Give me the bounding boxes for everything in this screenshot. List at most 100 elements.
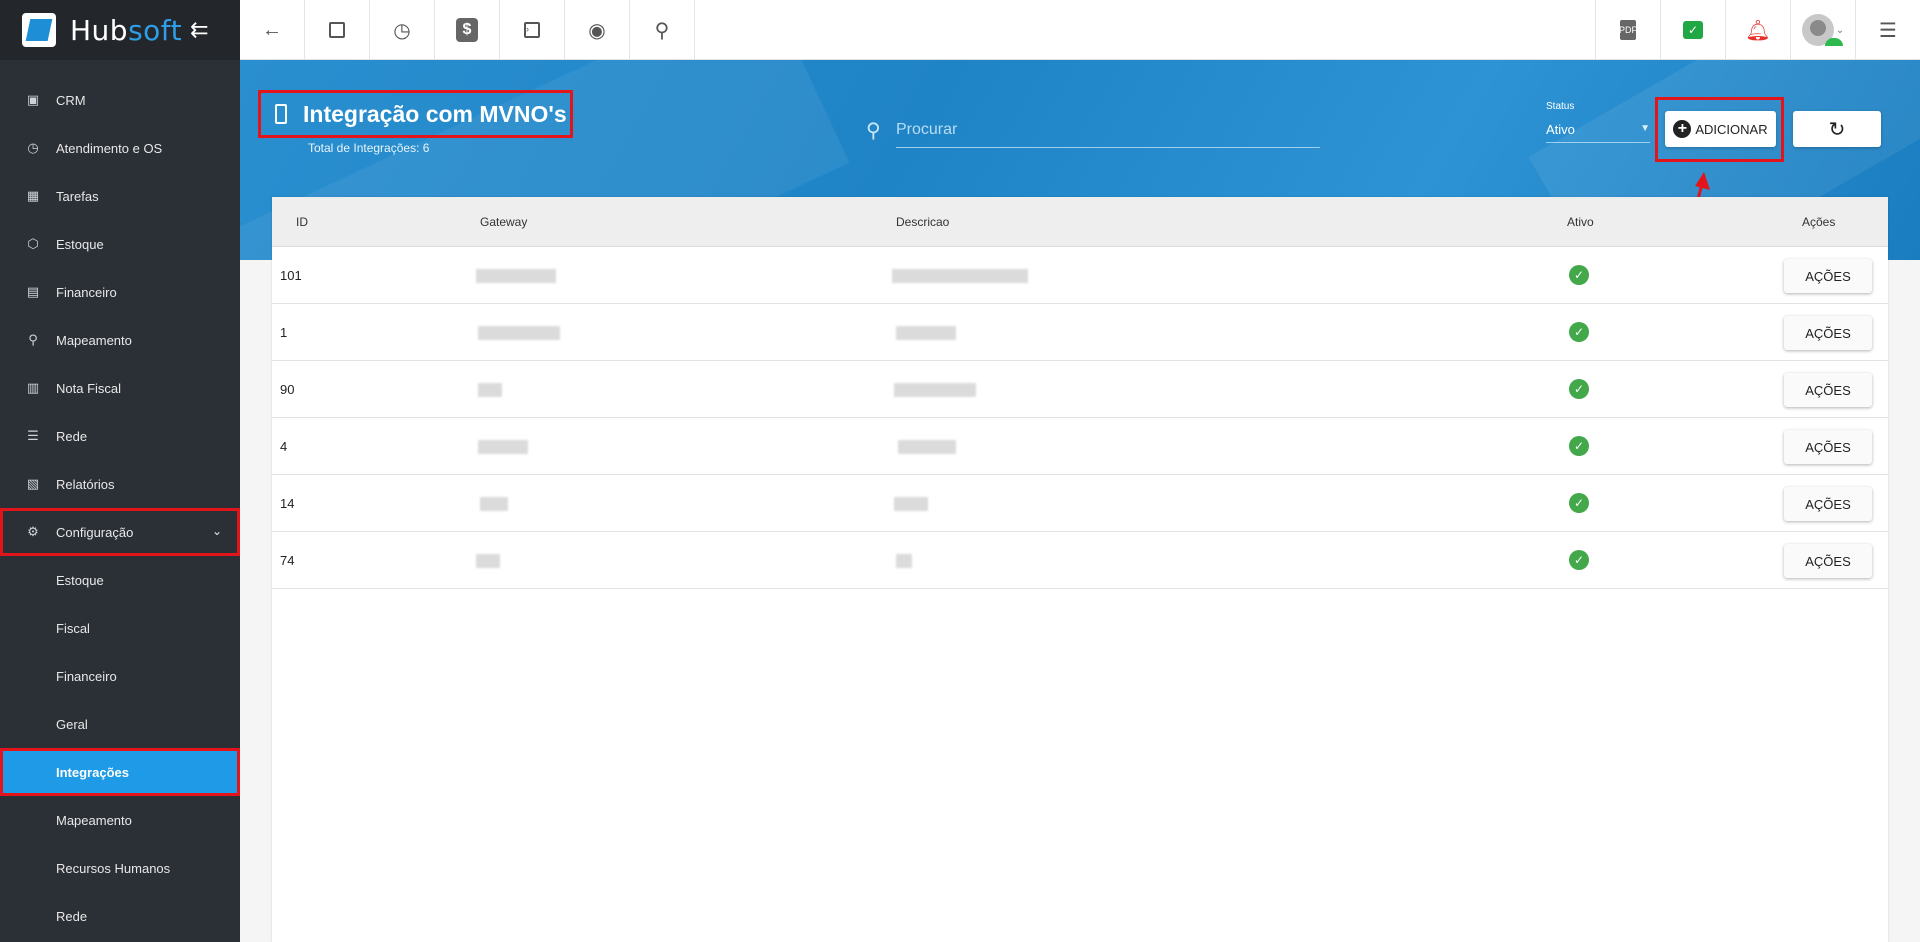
eye-icon[interactable]: ◉ [565,0,630,60]
actions-button[interactable]: AÇÕES [1784,430,1872,464]
row-id: 4 [280,439,288,454]
sidebar-item-crm[interactable]: ▣ CRM [0,76,240,124]
caret-down-icon: ▼ [1640,123,1650,134]
sidebar-item-tarefas[interactable]: ▦ Tarefas [0,172,240,220]
server-icon: ☰ [27,428,39,443]
row-id: 14 [280,496,295,511]
refresh-button[interactable]: ↻ [1793,111,1881,147]
subitem-label: Fiscal [56,620,90,636]
descricao-redacted [896,554,912,568]
table-row[interactable]: 4 ✓ AÇÕES [272,418,1888,475]
user-avatar-icon[interactable]: ⌄ [1790,0,1855,60]
subitem-label: Rede [56,908,88,924]
table-row[interactable]: 90 ✓ AÇÕES [272,361,1888,418]
sidebar-item-label: Financeiro [56,284,117,300]
column-acoes: Ações [1802,215,1836,229]
table-row[interactable]: 1 ✓ AÇÕES [272,304,1888,361]
row-id: 1 [280,325,288,340]
topbar: ← ◷ $ › ◉ ⚲ PDF ✓ 🔔︎ ⌄ ☰ [240,0,1920,60]
gateway-redacted [478,440,528,454]
active-check-icon: ✓ [1569,436,1589,456]
column-id[interactable]: ID [296,215,308,229]
box-icon: ⬡ [27,236,39,251]
sidebar-item-relatorios[interactable]: ▧ Relatórios [0,460,240,508]
status-select[interactable]: Ativo ▼ [1546,117,1650,143]
crm-icon: ▣ [26,92,40,107]
active-check-icon: ✓ [1569,379,1589,399]
add-button[interactable]: + ADICIONAR [1665,111,1776,147]
table-row[interactable]: 74 ✓ AÇÕES [272,532,1888,589]
calendar-clock-icon[interactable]: ◷ [370,0,435,60]
row-id: 74 [280,553,295,568]
subitem-label: Estoque [56,572,104,588]
search-icon: ⚲ [866,120,881,142]
subitem-mapeamento[interactable]: Mapeamento [0,796,240,844]
descricao-redacted [892,269,1028,283]
sidebar: Hubsoft ⇇ ▣ CRM ◷ Atendimento e OS ▦ Tarefa… [0,0,240,942]
menu-list-icon[interactable]: ☰ [1855,0,1920,60]
calendar-clock-icon: ◷ [27,140,39,155]
sidebar-item-label: Relatórios [56,476,115,492]
sidebar-item-configuracao[interactable]: ⚙ Configuração ⌄ [0,508,240,556]
subitem-integracoes[interactable]: Integrações [0,748,240,796]
table-row[interactable]: 101 ✓ AÇÕES [272,247,1888,304]
gateway-redacted [476,554,500,568]
descricao-redacted [898,440,956,454]
row-id: 101 [280,268,302,283]
hubsoft-logo-icon[interactable] [22,13,56,47]
status-label: Status [1546,101,1575,112]
collapse-sidebar-icon[interactable]: ⇇ [190,17,208,43]
add-button-label: ADICIONAR [1695,121,1768,137]
column-gateway[interactable]: Gateway [480,215,527,229]
descricao-redacted [894,497,928,511]
subitem-recursos-humanos[interactable]: Recursos Humanos [0,844,240,892]
sidebar-item-estoque[interactable]: ⬡ Estoque [0,220,240,268]
sidebar-item-label: Estoque [56,236,104,252]
column-descricao[interactable]: Descricao [896,215,949,229]
subitem-rede[interactable]: Rede [0,892,240,940]
subitem-label: Recursos Humanos [56,860,171,876]
actions-button[interactable]: AÇÕES [1784,259,1872,293]
sidebar-item-financeiro[interactable]: ▤ Financeiro [0,268,240,316]
terminal-icon[interactable]: › [500,0,565,60]
subitem-estoque[interactable]: Estoque [0,556,240,604]
sidebar-item-mapeamento[interactable]: ⚲ Mapeamento [0,316,240,364]
refresh-icon: ↻ [1828,118,1846,141]
active-check-icon: ✓ [1569,265,1589,285]
chat-check-icon[interactable]: ✓ [1660,0,1725,60]
active-check-icon: ✓ [1569,550,1589,570]
sidebar-item-label: Mapeamento [56,332,132,348]
actions-button[interactable]: AÇÕES [1784,316,1872,350]
active-check-icon: ✓ [1569,322,1589,342]
search-icon[interactable]: ⚲ [630,0,695,60]
brand-header: Hubsoft ⇇ [0,0,240,60]
pdf-icon[interactable]: PDF [1595,0,1660,60]
column-ativo[interactable]: Ativo [1567,215,1594,229]
search-input[interactable] [896,112,1320,148]
subitem-label: Mapeamento [56,812,132,828]
bell-alarm-icon[interactable]: 🔔︎ [1725,0,1790,60]
actions-button[interactable]: AÇÕES [1784,487,1872,521]
subitem-label: Geral [56,716,88,732]
table-row[interactable]: 14 ✓ AÇÕES [272,475,1888,532]
descricao-redacted [894,383,976,397]
sidebar-item-rede[interactable]: ☰ Rede [0,412,240,460]
actions-button[interactable]: AÇÕES [1784,373,1872,407]
back-arrow-icon[interactable]: ← [240,0,305,60]
sidebar-item-nota-fiscal[interactable]: ▥ Nota Fiscal [0,364,240,412]
subitem-fiscal[interactable]: Fiscal [0,604,240,652]
sidebar-item-atendimento[interactable]: ◷ Atendimento e OS [0,124,240,172]
contact-card-icon[interactable] [305,0,370,60]
subitem-geral[interactable]: Geral [0,700,240,748]
table-header: ID Gateway Descricao Ativo Ações [272,197,1888,247]
gear-icon: ⚙ [27,524,39,539]
row-id: 90 [280,382,295,397]
sidebar-nav: ▣ CRM ◷ Atendimento e OS ▦ Tarefas ⬡ Estoque… [0,60,240,940]
tasks-icon: ▦ [26,188,40,203]
subitem-financeiro[interactable]: Financeiro [0,652,240,700]
dollar-icon[interactable]: $ [435,0,500,60]
gateway-redacted [478,383,502,397]
sidebar-item-label: CRM [56,92,86,108]
actions-button[interactable]: AÇÕES [1784,544,1872,578]
map-pin-icon: ⚲ [28,332,38,347]
